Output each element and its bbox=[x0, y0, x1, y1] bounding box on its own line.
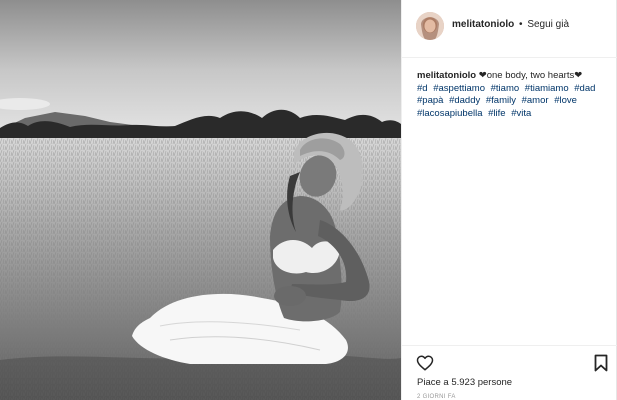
username-link[interactable]: melitatoniolo bbox=[452, 19, 514, 30]
post-sidebar: melitatoniolo • Segui già melitatoniolo … bbox=[401, 0, 617, 400]
hashtag-link[interactable]: #dad bbox=[574, 83, 595, 94]
separator-dot: • bbox=[519, 19, 523, 30]
hashtag-link[interactable]: #daddy bbox=[449, 95, 480, 106]
hashtag-list: #d #aspettiamo #tiamo #tiamiamo #dad #pa… bbox=[417, 83, 605, 121]
hashtag-link[interactable]: #d bbox=[417, 83, 428, 94]
header-text: melitatoniolo • Segui già bbox=[452, 19, 569, 30]
likes-count[interactable]: Piace a 5.923 persone bbox=[417, 377, 512, 388]
hashtag-link[interactable]: #love bbox=[554, 95, 577, 106]
hashtag-link[interactable]: #vita bbox=[511, 108, 531, 119]
hashtag-link[interactable]: #papà bbox=[417, 95, 443, 106]
heart-outline-icon[interactable] bbox=[416, 354, 434, 372]
post-photo[interactable] bbox=[0, 0, 401, 400]
following-button[interactable]: Segui già bbox=[527, 19, 569, 30]
post-caption: melitatoniolo ❤one body, two hearts❤ #d … bbox=[417, 70, 605, 120]
bookmark-icon[interactable] bbox=[594, 354, 608, 372]
caption-username-link[interactable]: melitatoniolo bbox=[417, 70, 476, 81]
post-actions: Piace a 5.923 persone 2 GIORNI FA bbox=[402, 345, 617, 400]
instagram-post-window: melitatoniolo • Segui già melitatoniolo … bbox=[0, 0, 617, 400]
hashtag-link[interactable]: #family bbox=[486, 95, 516, 106]
hashtag-link[interactable]: #tiamo bbox=[491, 83, 520, 94]
hashtag-link[interactable]: #amor bbox=[522, 95, 549, 106]
hashtag-link[interactable]: #life bbox=[488, 108, 505, 119]
post-photo-image bbox=[0, 0, 401, 400]
hashtag-link[interactable]: #aspettiamo bbox=[433, 83, 485, 94]
hashtag-link[interactable]: #lacosapiubella bbox=[417, 108, 483, 119]
post-timestamp: 2 GIORNI FA bbox=[417, 394, 456, 400]
avatar[interactable] bbox=[416, 12, 444, 40]
caption-text: ❤one body, two hearts❤ bbox=[478, 70, 583, 81]
post-header: melitatoniolo • Segui già bbox=[402, 0, 617, 58]
avatar-image bbox=[416, 12, 444, 40]
hashtag-link[interactable]: #tiamiamo bbox=[525, 83, 569, 94]
